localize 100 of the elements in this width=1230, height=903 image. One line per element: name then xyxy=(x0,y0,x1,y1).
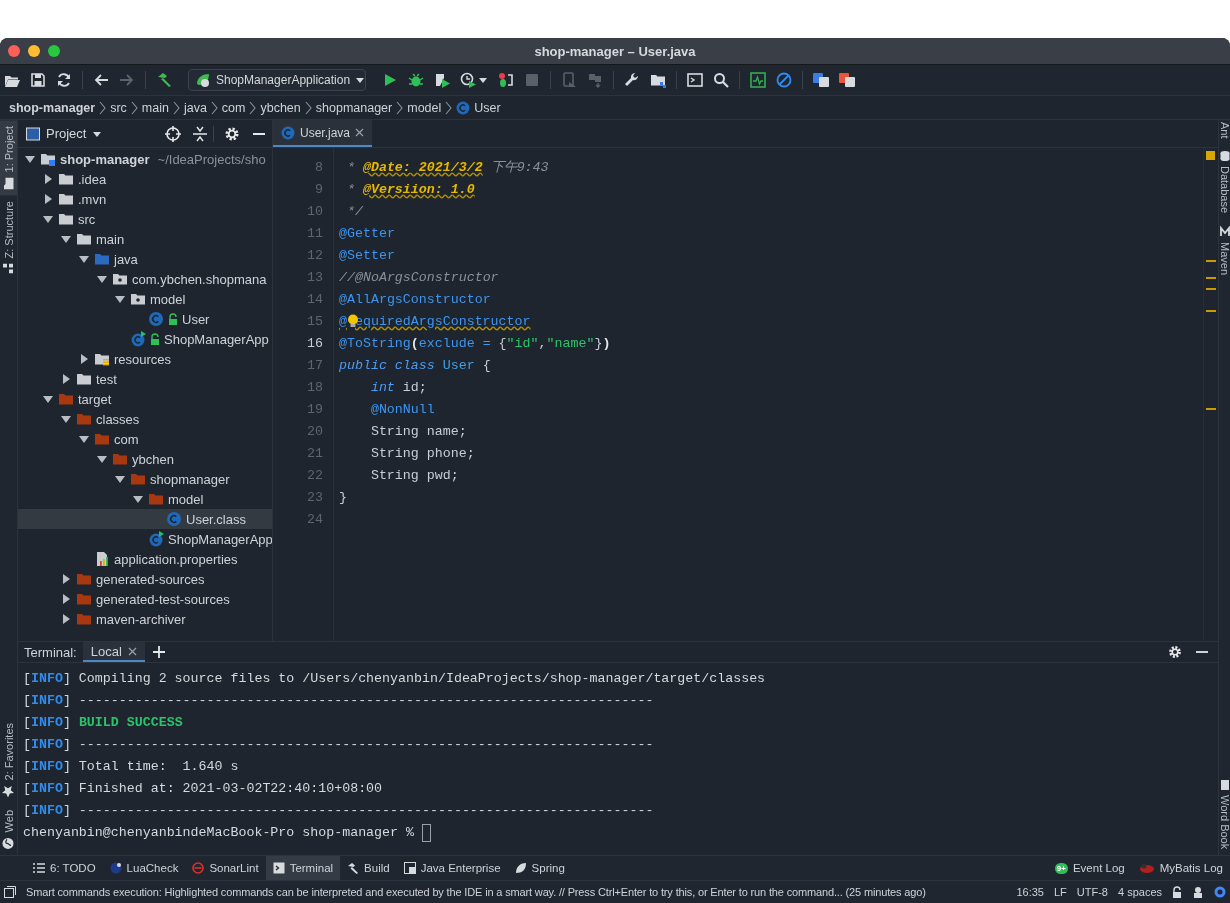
attach-debugger-icon[interactable] xyxy=(498,72,514,88)
tree-row[interactable]: java xyxy=(18,249,272,269)
breadcrumb-item[interactable]: shopmanager xyxy=(315,100,393,115)
collapsed-arrow-icon[interactable] xyxy=(79,354,89,364)
tool-window-button[interactable]: Word Book xyxy=(1219,777,1230,855)
breadcrumb-item[interactable]: src xyxy=(110,100,127,115)
tree-row[interactable]: shopmanager xyxy=(18,469,272,489)
tool-window-button[interactable]: 2: Favorites xyxy=(0,717,17,804)
breadcrumb-item[interactable]: model xyxy=(407,100,442,115)
tree-row[interactable]: com xyxy=(18,429,272,449)
search-icon[interactable] xyxy=(713,72,729,88)
tree-row[interactable]: model xyxy=(18,289,272,309)
tree-row[interactable]: main xyxy=(18,229,272,249)
tree-row[interactable]: src xyxy=(18,209,272,229)
project-structure-icon[interactable] xyxy=(650,72,666,88)
warning-marker[interactable] xyxy=(1206,310,1216,312)
breadcrumb-item[interactable]: ybchen xyxy=(260,100,301,115)
wrench-icon[interactable] xyxy=(624,72,640,88)
close-button[interactable] xyxy=(8,45,20,57)
hammer-icon[interactable] xyxy=(156,72,172,88)
collapsed-arrow-icon[interactable] xyxy=(61,594,71,604)
collapsed-arrow-icon[interactable] xyxy=(61,574,71,584)
zoom-button[interactable] xyxy=(48,45,60,57)
tool-window-button[interactable]: Maven xyxy=(1219,218,1230,281)
sync-icon[interactable] xyxy=(56,72,72,88)
run-icon[interactable] xyxy=(382,72,398,88)
view-selector[interactable]: Project xyxy=(26,126,159,141)
tool-window-button[interactable]: Spring xyxy=(507,856,572,880)
tree-row[interactable]: com.ybchen.shopmana xyxy=(18,269,272,289)
back-arrow-icon[interactable] xyxy=(93,72,109,88)
tool-window-button[interactable]: Z: Structure xyxy=(0,195,17,280)
expanded-arrow-icon[interactable] xyxy=(79,434,89,444)
expanded-arrow-icon[interactable] xyxy=(43,394,53,404)
tool-window-button[interactable]: LuaCheck xyxy=(102,856,186,880)
forward-arrow-icon[interactable] xyxy=(119,72,135,88)
tool-window-button[interactable]: 1: Project xyxy=(0,120,17,196)
tree-row[interactable]: .mvn xyxy=(18,189,272,209)
settings-icon[interactable] xyxy=(1168,645,1182,659)
warning-marker[interactable] xyxy=(1206,151,1215,160)
lock-icon[interactable] xyxy=(1172,886,1182,898)
collapsed-arrow-icon[interactable] xyxy=(61,614,71,624)
breadcrumb-item[interactable]: shop-manager xyxy=(9,100,96,115)
translate-icon[interactable] xyxy=(813,72,829,88)
tree-row[interactable]: test xyxy=(18,369,272,389)
tree-row[interactable]: generated-sources xyxy=(18,569,272,589)
expanded-arrow-icon[interactable] xyxy=(61,414,71,424)
collapsed-arrow-icon[interactable] xyxy=(61,374,71,384)
status-item[interactable]: LF xyxy=(1053,886,1067,898)
expanded-arrow-icon[interactable] xyxy=(115,474,125,484)
tree-row[interactable]: User xyxy=(18,309,272,329)
close-icon[interactable] xyxy=(127,646,137,656)
profiler-icon[interactable] xyxy=(460,72,476,88)
coverage-icon[interactable] xyxy=(434,72,450,88)
translate-icon[interactable] xyxy=(839,72,855,88)
tree-row[interactable]: shop-manager ~/IdeaProjects/sho xyxy=(18,149,272,169)
tree-row[interactable]: User.class xyxy=(18,509,272,529)
tool-window-button[interactable]: Database xyxy=(1219,144,1230,219)
run-configuration-dropdown[interactable]: ShopManagerApplication xyxy=(188,69,366,91)
inspector-icon[interactable] xyxy=(1192,886,1204,898)
boxes-icon[interactable] xyxy=(587,72,603,88)
tree-row[interactable]: generated-test-sources xyxy=(18,589,272,609)
terminal-tab[interactable]: Local xyxy=(82,642,145,662)
tool-window-button[interactable]: Java Enterprise xyxy=(396,856,508,880)
tool-window-button[interactable]: Terminal xyxy=(265,856,341,880)
breadcrumb-item[interactable]: java xyxy=(183,100,207,115)
stop-icon[interactable] xyxy=(524,72,540,88)
tree-row[interactable]: classes xyxy=(18,409,272,429)
collapse-all-icon[interactable] xyxy=(193,125,207,142)
tree-row[interactable]: resources xyxy=(18,349,272,369)
warning-marker[interactable] xyxy=(1206,277,1216,279)
expanded-arrow-icon[interactable] xyxy=(115,294,125,304)
expanded-arrow-icon[interactable] xyxy=(61,234,71,244)
collapsed-arrow-icon[interactable] xyxy=(43,174,53,184)
activity-monitor-icon[interactable] xyxy=(750,72,766,88)
breadcrumb-item[interactable]: User xyxy=(474,100,501,115)
tool-window-button[interactable]: Build xyxy=(340,856,397,880)
tool-window-button[interactable]: Ant xyxy=(1219,120,1230,145)
editor-tab[interactable]: User.java xyxy=(273,120,373,147)
minimize-button[interactable] xyxy=(28,45,40,57)
tree-row[interactable]: ShopManagerApp xyxy=(18,529,272,549)
tree-row[interactable]: target xyxy=(18,389,272,409)
tree-row[interactable]: model xyxy=(18,489,272,509)
tree-row[interactable]: ShopManagerApp xyxy=(18,329,272,349)
settings-icon[interactable] xyxy=(224,125,240,142)
warning-marker[interactable] xyxy=(1206,408,1216,410)
terminal-icon[interactable] xyxy=(687,72,703,88)
expanded-arrow-icon[interactable] xyxy=(25,154,35,164)
tool-window-button[interactable]: 9+ Event Log xyxy=(1047,856,1132,880)
warning-marker[interactable] xyxy=(1206,288,1216,290)
locate-icon[interactable] xyxy=(165,125,181,142)
debug-icon[interactable] xyxy=(408,72,424,88)
account-icon[interactable] xyxy=(1214,886,1226,898)
expanded-arrow-icon[interactable] xyxy=(43,214,53,224)
tree-row[interactable]: application.properties xyxy=(18,549,272,569)
tree-row[interactable]: maven-archiver xyxy=(18,609,272,629)
expanded-arrow-icon[interactable] xyxy=(79,254,89,264)
expanded-arrow-icon[interactable] xyxy=(97,454,107,464)
add-icon[interactable] xyxy=(152,646,165,658)
expanded-arrow-icon[interactable] xyxy=(133,494,143,504)
status-item[interactable]: 4 spaces xyxy=(1117,886,1162,898)
